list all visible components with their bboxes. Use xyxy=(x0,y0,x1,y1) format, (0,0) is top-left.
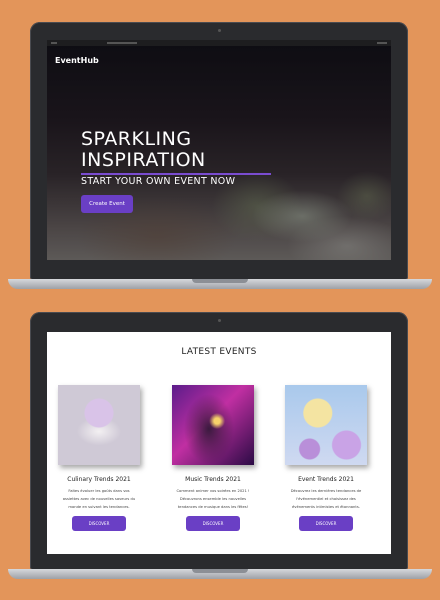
hero-section: EventHub SPARKLING INSPIRATION START YOU… xyxy=(47,46,391,260)
laptop-base xyxy=(8,279,432,289)
site-logo[interactable]: EventHub xyxy=(55,56,99,65)
hero-title-line2: INSPIRATION xyxy=(81,149,206,171)
card-description: Découvrez les dernières tendances de l'é… xyxy=(290,489,362,509)
discover-button[interactable]: DISCOVER xyxy=(299,516,353,531)
camera-icon xyxy=(218,319,221,322)
create-event-button[interactable]: Create Event xyxy=(81,195,133,213)
discover-button[interactable]: DISCOVER xyxy=(186,516,240,531)
discover-button[interactable]: DISCOVER xyxy=(72,516,126,531)
event-card: Event Trends 2021 Découvrez les dernière… xyxy=(285,385,367,531)
card-description: Faites évoluer les goûts dans vos assiet… xyxy=(62,489,136,509)
cake-image xyxy=(58,385,140,465)
hero-subtitle: START YOUR OWN EVENT NOW xyxy=(81,176,236,187)
birthday-balloons-image xyxy=(285,385,367,465)
card-title: Event Trends 2021 xyxy=(298,476,354,483)
laptop-screen: EventHub SPARKLING INSPIRATION START YOU… xyxy=(47,40,391,260)
camera-icon xyxy=(218,29,221,32)
hero-title: SPARKLING INSPIRATION xyxy=(81,129,321,171)
card-description: Comment animer vos soirées en 2021 ! Déc… xyxy=(176,489,250,509)
card-title: Culinary Trends 2021 xyxy=(67,476,131,483)
event-card: Music Trends 2021 Comment animer vos soi… xyxy=(172,385,254,531)
concert-image xyxy=(172,385,254,465)
card-title: Music Trends 2021 xyxy=(185,476,241,483)
laptop-lid: EventHub SPARKLING INSPIRATION START YOU… xyxy=(30,22,408,280)
laptop-screen: LATEST EVENTS Culinary Trends 2021 Faite… xyxy=(47,332,391,554)
title-underline xyxy=(81,173,271,175)
hero-title-line1: SPARKLING xyxy=(81,128,192,150)
event-card: Culinary Trends 2021 Faites évoluer les … xyxy=(58,385,140,531)
laptop-lid: LATEST EVENTS Culinary Trends 2021 Faite… xyxy=(30,312,408,570)
section-title: LATEST EVENTS xyxy=(181,347,257,357)
laptop-base xyxy=(8,569,432,579)
